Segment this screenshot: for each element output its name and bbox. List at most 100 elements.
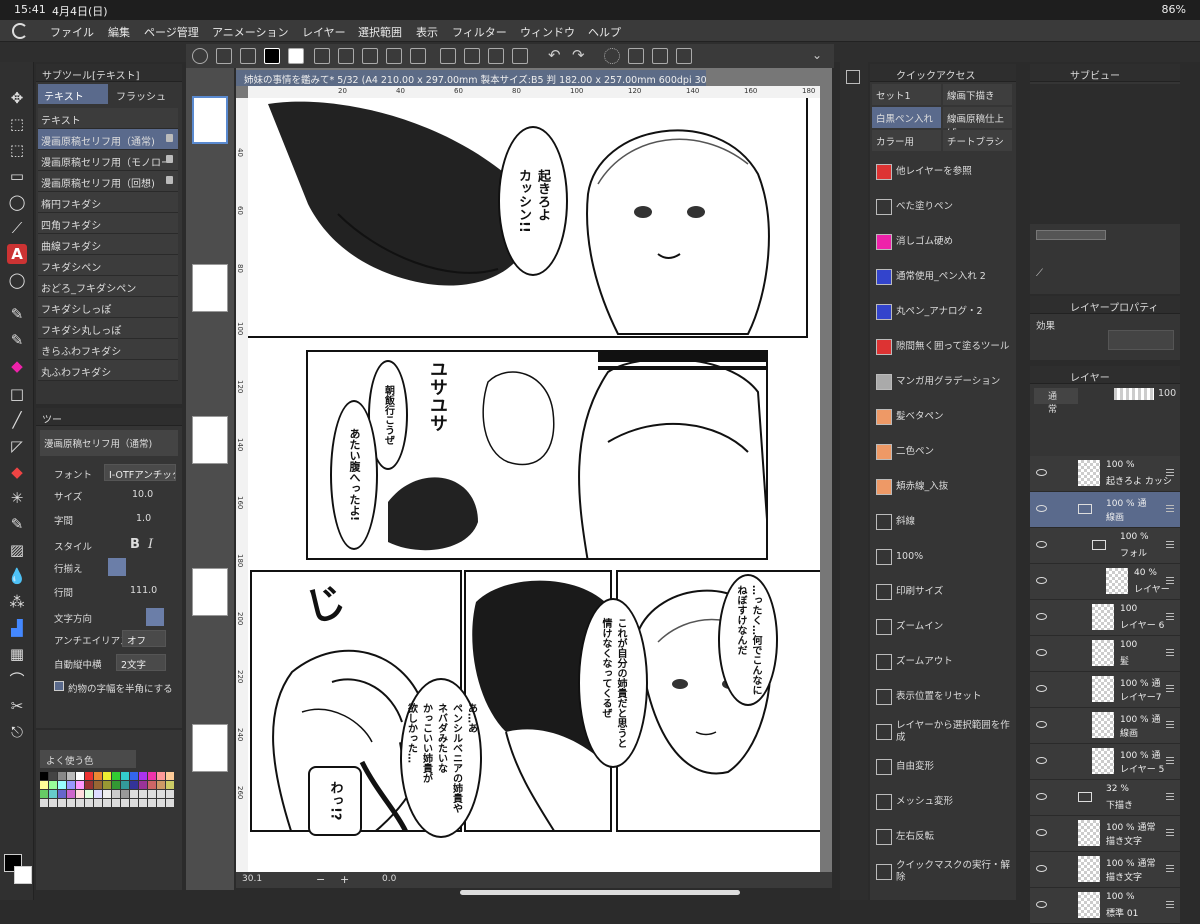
- decoration-icon[interactable]: ⌒: [7, 670, 27, 690]
- color-swatch[interactable]: [112, 799, 120, 807]
- layer-menu-icon[interactable]: [1166, 721, 1174, 728]
- color-swatch[interactable]: [49, 790, 57, 798]
- subtool-item[interactable]: きらふわフキダシ: [38, 339, 178, 360]
- bold-button[interactable]: B: [130, 537, 140, 552]
- quick-set-tab[interactable]: 線画下描き: [943, 84, 1012, 105]
- color-swatch[interactable]: [139, 799, 147, 807]
- visibility-eye-icon[interactable]: [1036, 505, 1047, 512]
- quick-access-item[interactable]: マンガ用グラデーション: [872, 364, 1012, 399]
- color-swatch[interactable]: [139, 790, 147, 798]
- tab-flash[interactable]: フラッシュ: [110, 84, 180, 104]
- quick-access-item[interactable]: 通常使用_ペン入れ 2: [872, 259, 1012, 294]
- layer-menu-icon[interactable]: [1166, 829, 1174, 836]
- color-swatch[interactable]: [112, 772, 120, 780]
- ruler-icon[interactable]: ╱: [7, 410, 27, 430]
- color-swatch[interactable]: [67, 772, 75, 780]
- layer-row[interactable]: 100 レイヤー 6: [1030, 600, 1180, 636]
- color-swatch[interactable]: [58, 799, 66, 807]
- zoom-out-button[interactable]: −: [316, 873, 325, 886]
- color-swatch[interactable]: [166, 799, 174, 807]
- subtool-item[interactable]: 楕円フキダシ: [38, 192, 178, 213]
- color-swatch[interactable]: [112, 781, 120, 789]
- open-file-icon[interactable]: [240, 48, 256, 64]
- sparkle-icon[interactable]: ✳: [7, 488, 27, 508]
- color-swatch[interactable]: [103, 772, 111, 780]
- menu-file[interactable]: ファイル: [50, 24, 94, 40]
- quick-access-item[interactable]: 表示位置をリセット: [872, 679, 1012, 714]
- visibility-eye-icon[interactable]: [1036, 793, 1047, 800]
- visibility-eye-icon[interactable]: [1036, 865, 1047, 872]
- zoom-in-button[interactable]: +: [340, 873, 349, 886]
- app-icon[interactable]: [192, 48, 208, 64]
- color-swatch[interactable]: [148, 799, 156, 807]
- print-icon[interactable]: [440, 48, 456, 64]
- layer-tab[interactable]: レイヤー: [1030, 366, 1180, 384]
- color-swatch[interactable]: [139, 781, 147, 789]
- color-swatch[interactable]: [103, 790, 111, 798]
- fill-tool-icon[interactable]: ◆: [7, 462, 27, 482]
- sub-color-swatch[interactable]: [288, 48, 304, 64]
- blend-icon[interactable]: ▨: [7, 540, 27, 560]
- align-top-button[interactable]: [108, 558, 126, 576]
- brush-icon[interactable]: ✎: [7, 514, 27, 534]
- redo-icon[interactable]: ↷: [572, 48, 588, 64]
- layer-row[interactable]: 100 % 通線画: [1030, 708, 1180, 744]
- color-swatch[interactable]: [130, 781, 138, 789]
- color-swatch[interactable]: [49, 799, 57, 807]
- layer-menu-icon[interactable]: [1166, 505, 1174, 512]
- quick-access-item[interactable]: ズームイン: [872, 609, 1012, 644]
- layer-row[interactable]: 100 髪: [1030, 636, 1180, 672]
- size-value[interactable]: 10.0: [132, 489, 153, 500]
- quick-set-tab[interactable]: セット1: [872, 84, 941, 105]
- subtool-item[interactable]: 漫画原稿セリフ用（通常): [38, 129, 178, 150]
- quick-access-item[interactable]: 消しゴム硬め: [872, 224, 1012, 259]
- color-swatch[interactable]: [166, 790, 174, 798]
- layer-row[interactable]: 100 % 通常 描き文字: [1030, 816, 1180, 852]
- quick-access-item[interactable]: 100%: [872, 539, 1012, 574]
- page-thumbnail[interactable]: [192, 724, 228, 772]
- color-swatch[interactable]: [103, 781, 111, 789]
- color-swatch[interactable]: [121, 772, 129, 780]
- layer-menu-icon[interactable]: [1166, 577, 1174, 584]
- layer-row[interactable]: 100 % 通レイヤー7: [1030, 672, 1180, 708]
- quick-access-item[interactable]: べた塗りペン: [872, 189, 1012, 224]
- marquee-icon[interactable]: ▭: [7, 166, 27, 186]
- layer-move-icon[interactable]: ⬚: [7, 140, 27, 160]
- color-swatch[interactable]: [40, 799, 48, 807]
- subtool-item[interactable]: テキスト: [38, 108, 178, 129]
- rotation-value[interactable]: 0.0: [382, 874, 396, 884]
- quick-access-item[interactable]: 他レイヤーを参照: [872, 154, 1012, 189]
- subtool-item[interactable]: 四角フキダシ: [38, 213, 178, 234]
- airbrush-icon[interactable]: ⁂: [7, 592, 27, 612]
- subtool-item[interactable]: 漫画原稿セリフ用（回想): [38, 171, 178, 192]
- color-swatch[interactable]: [94, 790, 102, 798]
- manga-page[interactable]: 起きろよ カッシン!! 朝飯行こうぜ あたい腹へったよ! ユサユサ じ わっ!?: [248, 98, 820, 878]
- quick-access-item[interactable]: 自由変形: [872, 749, 1012, 784]
- color-swatch[interactable]: [76, 781, 84, 789]
- quick-access-item[interactable]: ズームアウト: [872, 644, 1012, 679]
- folder-icon[interactable]: [410, 48, 426, 64]
- text-tool-icon[interactable]: A: [7, 244, 27, 264]
- color-swatch[interactable]: [76, 772, 84, 780]
- color-swatch[interactable]: [103, 799, 111, 807]
- subtool-item[interactable]: フキダシペン: [38, 255, 178, 276]
- quick-access-item[interactable]: 印刷サイズ: [872, 574, 1012, 609]
- color-swatch[interactable]: [166, 772, 174, 780]
- tab-text[interactable]: テキスト: [38, 84, 108, 104]
- color-swatch[interactable]: [67, 781, 75, 789]
- visibility-eye-icon[interactable]: [1036, 577, 1047, 584]
- pencil-icon[interactable]: ✎: [7, 330, 27, 350]
- eyedropper-icon[interactable]: ⟋: [1036, 268, 1050, 282]
- visibility-eye-icon[interactable]: [1036, 613, 1047, 620]
- main-color-swatch[interactable]: [264, 48, 280, 64]
- subtool-item[interactable]: 曲線フキダシ: [38, 234, 178, 255]
- water-icon[interactable]: 💧: [7, 566, 27, 586]
- undo-icon[interactable]: ↶: [548, 48, 564, 64]
- color-swatch[interactable]: [40, 781, 48, 789]
- color-swatch[interactable]: [58, 772, 66, 780]
- visibility-eye-icon[interactable]: [1036, 829, 1047, 836]
- quick-set-tab[interactable]: チートブラシ: [943, 130, 1012, 151]
- linespace-value[interactable]: 111.0: [130, 585, 157, 596]
- export-bmp-icon[interactable]: [512, 48, 528, 64]
- layer-row[interactable]: 100 % 通レイヤー 5: [1030, 744, 1180, 780]
